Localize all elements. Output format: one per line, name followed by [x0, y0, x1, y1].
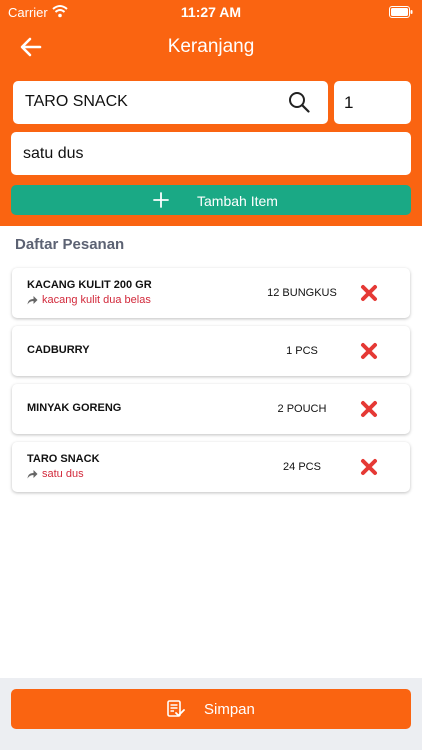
- note-input[interactable]: satu dus: [11, 132, 411, 175]
- order-item: CADBURRY 1 PCS: [12, 326, 410, 376]
- share-icon: [27, 296, 38, 305]
- order-item-name: TARO SNACK: [27, 453, 100, 465]
- save-label: Simpan: [204, 701, 255, 718]
- order-item-qty: 24 PCS: [283, 461, 321, 473]
- battery-icon: [389, 6, 413, 18]
- page-title: Keranjang: [167, 36, 255, 57]
- checklist-icon: [167, 700, 185, 717]
- order-item-name: MINYAK GORENG: [27, 402, 122, 414]
- remove-icon[interactable]: [360, 458, 378, 476]
- order-list-title: Daftar Pesanan: [15, 236, 125, 253]
- item-name-value: TARO SNACK: [25, 93, 128, 110]
- save-button[interactable]: Simpan: [11, 689, 411, 729]
- order-item-name: KACANG KULIT 200 GR: [27, 279, 152, 291]
- add-item-label: Tambah Item: [197, 193, 278, 209]
- remove-icon[interactable]: [360, 400, 378, 418]
- order-item: KACANG KULIT 200 GR kacang kulit dua bel…: [12, 268, 410, 318]
- quantity-input[interactable]: 1: [334, 81, 411, 124]
- order-item: TARO SNACK satu dus 24 PCS: [12, 442, 410, 492]
- remove-icon[interactable]: [360, 284, 378, 302]
- order-item-name: CADBURRY: [27, 344, 90, 356]
- remove-icon[interactable]: [360, 342, 378, 360]
- order-item-note: kacang kulit dua belas: [27, 294, 151, 306]
- order-item-qty: 12 BUNGKUS: [267, 287, 337, 299]
- share-icon: [27, 470, 38, 479]
- item-name-input[interactable]: TARO SNACK: [13, 81, 328, 124]
- order-item-note-text: kacang kulit dua belas: [42, 294, 151, 306]
- status-bar: Carrier 11:27 AM: [0, 0, 422, 24]
- order-list: KACANG KULIT 200 GR kacang kulit dua bel…: [12, 268, 410, 500]
- add-item-button[interactable]: Tambah Item: [11, 185, 411, 215]
- note-value: satu dus: [23, 145, 84, 162]
- quantity-value: 1: [344, 93, 354, 112]
- search-icon[interactable]: [288, 91, 310, 113]
- order-item-qty: 1 PCS: [286, 345, 318, 357]
- plus-icon: [153, 192, 169, 208]
- order-item: MINYAK GORENG 2 POUCH: [12, 384, 410, 434]
- order-item-qty: 2 POUCH: [277, 403, 327, 415]
- order-item-note-text: satu dus: [42, 468, 84, 480]
- status-time: 11:27 AM: [180, 4, 242, 20]
- order-item-note: satu dus: [27, 468, 84, 480]
